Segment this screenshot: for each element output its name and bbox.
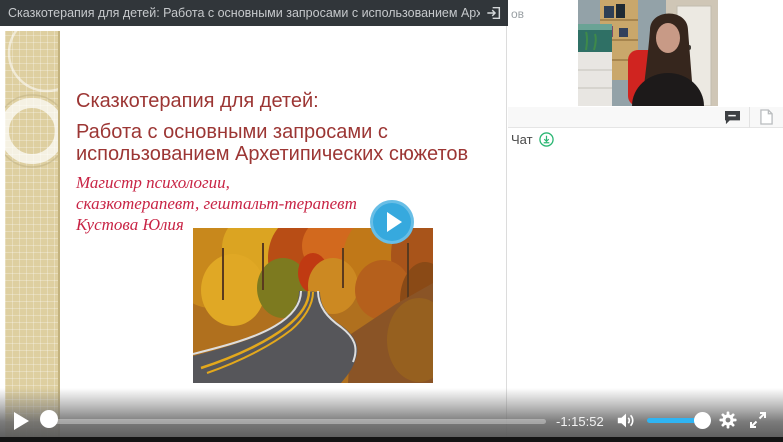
sidebar-toolbar bbox=[508, 107, 783, 128]
chat-download-icon[interactable] bbox=[539, 132, 554, 147]
volume-button[interactable] bbox=[616, 412, 636, 429]
fullscreen-button[interactable] bbox=[749, 411, 767, 429]
presenter-scene bbox=[578, 0, 718, 106]
slide-title-line: Сказкотерапия для детей: bbox=[76, 90, 496, 112]
video-title-text: Сказкотерапия для детей: Работа с основн… bbox=[8, 6, 480, 20]
video-title-bar: Сказкотерапия для детей: Работа с основн… bbox=[0, 0, 508, 26]
title-overflow-text: ов bbox=[511, 7, 524, 21]
band-circle-ornaments bbox=[5, 31, 60, 442]
seek-handle[interactable] bbox=[40, 410, 58, 428]
play-icon bbox=[14, 412, 29, 430]
enter-arrow-icon bbox=[486, 5, 502, 21]
chat-bubble-icon bbox=[724, 110, 741, 125]
document-icon bbox=[760, 109, 773, 125]
settings-button[interactable] bbox=[719, 411, 737, 429]
video-play-overlay-button[interactable] bbox=[370, 200, 414, 244]
autumn-road-photo bbox=[193, 228, 433, 383]
webinar-sidebar: Чат bbox=[508, 0, 783, 442]
play-icon bbox=[387, 212, 402, 232]
toolbar-divider bbox=[749, 107, 750, 128]
files-tab-button[interactable] bbox=[760, 109, 773, 125]
speaker-icon bbox=[616, 412, 636, 429]
slide-decorative-band bbox=[5, 31, 60, 442]
play-button[interactable] bbox=[14, 412, 30, 430]
slide-area[interactable]: Сказкотерапия для детей: Работа с основн… bbox=[0, 0, 507, 442]
time-remaining: -1:15:52 bbox=[556, 414, 604, 429]
volume-handle[interactable] bbox=[694, 412, 711, 429]
open-link-button[interactable] bbox=[486, 5, 502, 21]
player-controls: -1:15:52 bbox=[0, 388, 783, 442]
fullscreen-icon bbox=[749, 411, 767, 429]
slide-title: Сказкотерапия для детей: Работа с основн… bbox=[76, 90, 496, 165]
video-player: Сказкотерапия для детей: Работа с основн… bbox=[0, 0, 783, 442]
player-bottom-strip bbox=[0, 437, 783, 442]
seek-track[interactable] bbox=[49, 419, 546, 424]
chat-label: Чат bbox=[511, 132, 533, 147]
chat-header: Чат bbox=[511, 132, 554, 147]
slide-title-line: использованием Архетипических сюжетов bbox=[76, 143, 496, 165]
seek-bar[interactable] bbox=[40, 410, 548, 432]
presenter-webcam-video bbox=[578, 0, 718, 106]
slide-subtitle-line: сказкотерапевт, гештальт-терапевт bbox=[76, 193, 496, 214]
volume-slider[interactable] bbox=[647, 412, 717, 429]
slide-title-line: Работа с основными запросами с bbox=[76, 121, 496, 143]
slide-subtitle-line: Магистр психологии, bbox=[76, 172, 496, 193]
slide-subtitle: Магистр психологии, сказкотерапевт, гешт… bbox=[76, 172, 496, 235]
chat-tab-button[interactable] bbox=[724, 110, 741, 125]
gear-icon bbox=[719, 411, 737, 429]
